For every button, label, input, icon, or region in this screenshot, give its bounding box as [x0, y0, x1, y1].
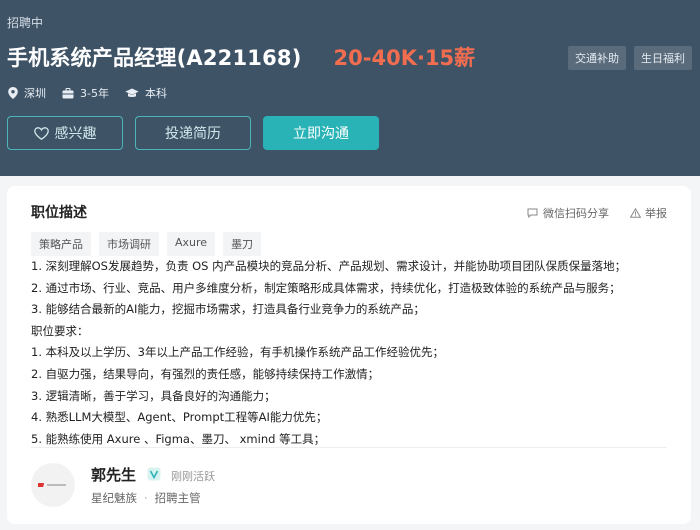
- skill-tags: 策略产品 市场调研 Axure 墨刀: [31, 232, 262, 256]
- job-description: 1. 深刻理解OS发展趋势，负责 OS 内产品模块的竞品分析、产品规划、需求设计…: [31, 256, 626, 450]
- location: 深圳: [24, 87, 46, 100]
- description-line: 3. 能够结合最新的AI能力，挖掘市场需求，打造具备行业竞争力的系统产品；: [31, 302, 425, 317]
- location-item: 深圳: [8, 85, 46, 101]
- description-line: 1. 本科及以上学历、3年以上产品工作经验，有手机操作系统产品工作经验优先；: [31, 345, 444, 360]
- description-line: 2. 自驱力强，结果导向，有强烈的责任感，能够持续保持工作激情；: [31, 366, 380, 381]
- company-logo-icon: [38, 483, 66, 487]
- job-description-card: 职位描述 微信扫码分享 举报 策略产品 市场调研 Axure 墨刀 1. 深刻理…: [7, 186, 691, 524]
- experience: 3-5年: [80, 87, 109, 100]
- skill-tag: 墨刀: [223, 232, 262, 256]
- title-row: 手机系统产品经理(A221168) 20-40K·15薪: [7, 42, 475, 72]
- apply-resume-button[interactable]: 投递简历: [135, 116, 251, 150]
- separator-dot: ·: [144, 491, 148, 505]
- job-header: 招聘中 手机系统产品经理(A221168) 20-40K·15薪 交通补助 生日…: [0, 0, 700, 176]
- welfare-tags: 交通补助 生日福利: [568, 46, 692, 70]
- job-meta: 深圳 3-5年 本科: [8, 85, 183, 101]
- recruiting-status: 招聘中: [7, 16, 44, 30]
- interest-label: 感兴趣: [54, 126, 97, 142]
- education: 本科: [144, 87, 167, 100]
- welfare-tag: 生日福利: [634, 46, 692, 70]
- wechat-share-link[interactable]: 微信扫码分享: [527, 205, 609, 221]
- recruiter-company: 星纪魅族 · 招聘主管: [91, 490, 201, 506]
- experience-item: 3-5年: [62, 85, 109, 101]
- requirements-heading: 职位要求：: [31, 323, 89, 338]
- salary: 20-40K·15薪: [333, 46, 476, 70]
- chat-now-button[interactable]: 立即沟通: [263, 116, 379, 150]
- active-status: 刚刚活跃: [171, 470, 215, 483]
- report-label: 举报: [645, 207, 667, 220]
- recruiter-role: 招聘主管: [154, 491, 201, 505]
- description-line: 2. 通过市场、行业、竞品、用户多维度分析，制定策略形成具体需求，持续优化，打造…: [31, 280, 621, 295]
- graduation-cap-icon: [125, 88, 139, 97]
- section-title: 职位描述: [31, 205, 87, 221]
- briefcase-icon: [62, 87, 74, 98]
- chat-bubble-icon: [527, 208, 538, 218]
- warning-icon: [630, 208, 641, 218]
- recruiter-avatar[interactable]: [31, 463, 75, 507]
- skill-tag: 策略产品: [31, 232, 91, 256]
- share-label: 微信扫码分享: [543, 207, 609, 220]
- skill-tag: 市场调研: [99, 232, 159, 256]
- report-link[interactable]: 举报: [630, 205, 667, 221]
- verified-badge-icon: [147, 467, 161, 481]
- job-title: 手机系统产品经理(A221168): [7, 46, 302, 70]
- heart-icon: [33, 126, 49, 140]
- skill-tag: Axure: [167, 232, 216, 256]
- action-buttons: 感兴趣 投递简历 立即沟通: [7, 116, 379, 150]
- education-item: 本科: [125, 85, 167, 101]
- welfare-tag: 交通补助: [568, 46, 626, 70]
- description-line: 1. 深刻理解OS发展趋势，负责 OS 内产品模块的竞品分析、产品规划、需求设计…: [31, 259, 627, 273]
- location-pin-icon: [8, 87, 18, 99]
- divider: [31, 447, 667, 448]
- description-line: 3. 逻辑清晰，善于学习，具备良好的沟通能力；: [31, 388, 276, 403]
- company-name: 星纪魅族: [91, 491, 137, 505]
- recruiter-name: 郭先生: [91, 466, 137, 484]
- description-line: 4. 熟悉LLM大模型、Agent、Prompt工程等AI能力优先；: [31, 410, 328, 425]
- interest-button[interactable]: 感兴趣: [7, 116, 123, 150]
